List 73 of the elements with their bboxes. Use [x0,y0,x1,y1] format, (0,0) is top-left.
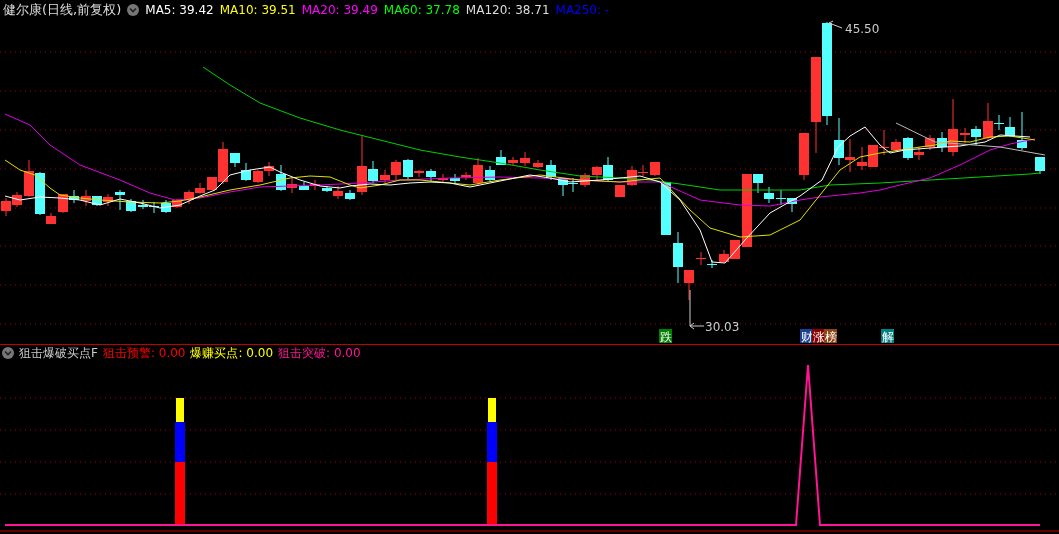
candlestick [58,193,68,214]
candlestick [241,162,251,182]
moving-average-value: MA120: 38.71 [465,3,550,17]
candlestick [138,199,148,210]
candlestick [868,144,878,168]
candlestick [764,186,774,204]
candlestick [461,171,471,181]
indicator-value: 狙击预警: 0.00 [102,344,186,362]
candlestick [161,199,171,214]
candlestick [69,189,79,204]
indicator-value: 狙击突破: 0.00 [278,344,361,362]
candlestick [925,134,935,151]
event-tag[interactable]: 榜 [824,329,837,344]
candlestick [345,189,355,201]
candlestick [184,189,194,205]
chart-title: 健尔康(日线,前复权) [3,1,122,19]
candlestick [12,191,22,208]
candlestick [520,151,530,167]
candlestick [879,129,889,156]
moving-average-value: MA60: 37.78 [383,3,460,17]
candlestick [799,132,809,181]
leader-line [828,20,843,29]
candlestick [568,177,578,193]
candlestick [496,149,506,166]
candlestick [960,127,970,144]
candlestick [230,152,240,168]
candlestick [719,249,729,264]
candlestick [776,189,786,206]
candlestick [149,201,159,214]
candlestick [834,117,844,166]
candlestick [450,173,460,185]
moving-average-value: MA10: 39.51 [219,3,296,17]
candlestick [195,182,205,195]
event-tag[interactable]: 跌 [659,329,672,344]
candlestick [1005,116,1015,138]
indicator-value: 爆赚买点: 0.00 [190,344,274,362]
leader-line [689,289,705,330]
candlestick [546,159,556,181]
candlestick [103,193,113,207]
candlestick [787,197,797,213]
candlestick [615,184,625,198]
candlestick [264,161,274,177]
candlestick [891,138,901,152]
candlestick [426,168,436,182]
candlestick [650,161,660,177]
moving-average-value: MA250: - [555,3,610,17]
candlestick [24,159,34,198]
candlestick [485,165,495,183]
candlestick [558,177,568,197]
candlestick [1,197,11,217]
indicator-name: 狙击爆破买点F [19,344,98,362]
candlestick [172,198,182,209]
dropdown-icon[interactable] [2,347,14,359]
candlestick [438,173,448,183]
moving-average-value: MA20: 39.49 [301,3,378,17]
candlestick [508,156,518,166]
candlestick [971,125,981,146]
candlestick [661,181,671,236]
price-label: 30.03 [705,320,740,334]
candlestick [253,169,263,184]
candlestick [580,172,590,188]
price-label: 45.50 [845,22,880,36]
candlestick [845,138,855,173]
candlestick [857,146,867,171]
candlestick [473,157,483,186]
event-tag[interactable]: 解 [881,329,894,344]
candlestick [533,159,543,169]
candlestick [1035,156,1045,175]
candlestick [730,239,740,260]
candlestick [1017,111,1027,151]
moving-average-value: MA5: 39.42 [145,3,214,17]
candlestick [299,181,309,191]
dropdown-icon[interactable] [127,4,140,16]
